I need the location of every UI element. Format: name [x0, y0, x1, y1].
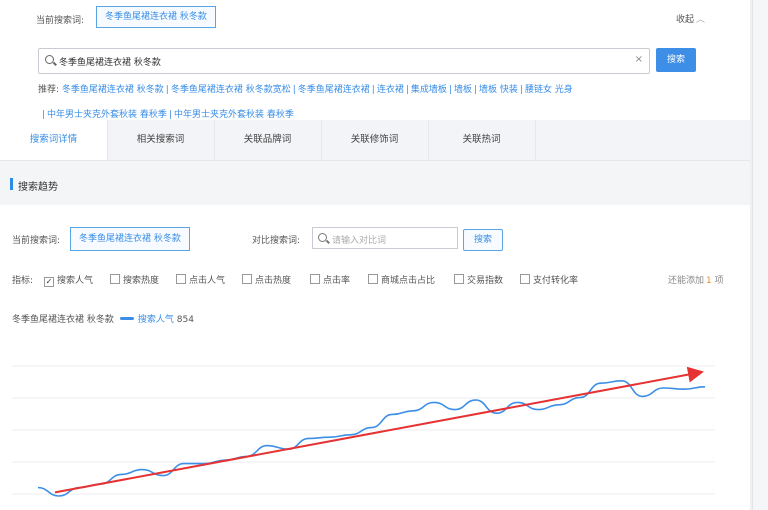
metric-label: 商城点击占比: [381, 276, 436, 286]
compare-input-placeholder: 请输入对比词: [332, 236, 387, 246]
checkbox-empty-icon: [520, 274, 530, 284]
recommend-link[interactable]: 腰链女 光身: [525, 85, 573, 95]
metrics-remaining: 还能添加 1 项: [668, 273, 724, 286]
metric-checkbox[interactable]: 搜索热度: [110, 273, 159, 286]
metric-label: 搜索热度: [123, 276, 160, 286]
metric-label: 支付转化率: [533, 276, 579, 286]
recommend-separator: |: [473, 85, 478, 95]
recommend-row: 推荐: 冬季鱼尾裙连衣裙 秋冬款 | 冬季鱼尾裙连衣裙 秋冬款宽松 | 冬季鱼尾裙连衣裙…: [38, 82, 573, 95]
recommend-link[interactable]: 墙板 快装: [479, 85, 518, 95]
remaining-label: 还能添加: [668, 276, 705, 286]
recommend-link[interactable]: 连衣裙: [377, 85, 404, 95]
metrics-label: 指标:: [12, 276, 34, 286]
checkbox-empty-icon: [110, 274, 120, 284]
right-side-strip: [752, 0, 768, 510]
search-input[interactable]: 冬季鱼尾裙连衣裙 秋冬款 ×: [38, 48, 650, 74]
section-title: 搜索趋势: [18, 182, 58, 193]
remaining-unit: 项: [714, 276, 724, 286]
search-icon: [45, 55, 54, 64]
remaining-count: 1: [706, 276, 712, 286]
recommend-link[interactable]: 中年男士夹克外套秋装 春秋季: [47, 110, 167, 120]
metric-label: 搜索人气: [57, 276, 94, 286]
compare-input[interactable]: 请输入对比词: [312, 227, 458, 249]
recommend-link[interactable]: 墙板: [454, 85, 472, 95]
current-keyword-label: 当前搜索词:: [36, 16, 85, 26]
compare-keyword-label: 对比搜索词:: [252, 236, 301, 246]
trend-arrow: [54, 366, 704, 494]
metric-checkbox[interactable]: 商城点击占比: [368, 273, 435, 286]
compare-current-label: 当前搜索词:: [12, 236, 61, 246]
metric-checkbox[interactable]: 支付转化率: [520, 273, 578, 286]
current-keyword-tag[interactable]: 冬季鱼尾裙连衣裙 秋冬款: [96, 6, 216, 28]
tab-bar: 搜索词详情 相关搜索词 关联品牌词 关联修饰词 关联热词: [0, 120, 750, 161]
main-panel: 当前搜索词: 冬季鱼尾裙连衣裙 秋冬款 收起 ︿ 冬季鱼尾裙连衣裙 秋冬款 × 搜…: [0, 0, 750, 510]
recommend-separator: |: [405, 85, 409, 95]
search-input-value: 冬季鱼尾裙连衣裙 秋冬款: [59, 58, 161, 68]
recommend-link[interactable]: 集成墙板: [411, 85, 447, 95]
checkbox-empty-icon: [368, 274, 378, 284]
recommend-link[interactable]: 冬季鱼尾裙连衣裙: [298, 85, 370, 95]
legend-swatch: [119, 317, 134, 320]
legend-keyword: 冬季鱼尾裙连衣裙 秋冬款: [12, 315, 114, 325]
metric-label: 交易指数: [467, 276, 504, 286]
metric-checkbox[interactable]: 点击人气: [176, 273, 225, 286]
checkbox-empty-icon: [176, 274, 186, 284]
collapse-toggle[interactable]: 收起 ︿: [676, 12, 705, 25]
recommend-link[interactable]: 冬季鱼尾裙连衣裙 秋冬款宽松: [171, 85, 291, 95]
metric-checkbox[interactable]: 点击率: [310, 273, 350, 286]
metrics-row: 指标: 还能添加 1 项 ✓ 搜索人气 搜索热度 点击人气 点击热度 点击率 商城点击占比 交易…: [0, 273, 750, 291]
recommend-row-2: | 中年男士夹克外套秋装 春秋季 | 中年男士夹克外套秋装 春秋季: [40, 107, 294, 120]
recommend-separator: |: [519, 85, 523, 95]
tab-related-keywords[interactable]: 相关搜索词: [107, 120, 215, 160]
section-header: 搜索趋势: [0, 161, 750, 205]
tab-keyword-detail[interactable]: 搜索词详情: [0, 120, 108, 160]
checkbox-empty-icon: [310, 274, 320, 284]
trend-chart: [12, 365, 715, 497]
collapse-label: 收起: [676, 15, 695, 25]
recommend-separator: |: [42, 110, 46, 120]
compare-row: 当前搜索词: 冬季鱼尾裙连衣裙 秋冬款 对比搜索词: 请输入对比词 搜索: [0, 226, 750, 254]
checkbox-checked-icon: ✓: [44, 277, 54, 287]
section-accent: [10, 178, 13, 190]
recommend-link[interactable]: 中年男士夹克外套秋装 春秋季: [174, 110, 294, 120]
recommend-separator: |: [448, 85, 452, 95]
legend-series-value: 854: [176, 315, 194, 325]
recommend-separator: |: [168, 110, 172, 120]
search-icon: [318, 233, 327, 242]
tab-related-modifiers[interactable]: 关联修饰词: [321, 120, 429, 160]
clear-icon[interactable]: ×: [635, 54, 643, 65]
tab-related-brands[interactable]: 关联品牌词: [214, 120, 322, 160]
recommend-separator: |: [165, 85, 169, 95]
recommend-link[interactable]: 冬季鱼尾裙连衣裙 秋冬款: [62, 85, 164, 95]
chart-legend: 冬季鱼尾裙连衣裙 秋冬款 搜索人气 854: [12, 312, 194, 325]
metric-label: 点击人气: [189, 276, 226, 286]
recommend-separator: |: [292, 85, 296, 95]
metric-label: 点击热度: [255, 276, 292, 286]
legend-series-name: 搜索人气: [137, 315, 174, 325]
compare-search-button[interactable]: 搜索: [463, 229, 503, 251]
compare-current-keyword[interactable]: 冬季鱼尾裙连衣裙 秋冬款: [70, 227, 190, 251]
checkbox-empty-icon: [454, 274, 464, 284]
tab-related-hot[interactable]: 关联热词: [428, 120, 536, 160]
metric-checkbox[interactable]: 点击热度: [242, 273, 291, 286]
metric-checkbox[interactable]: ✓ 搜索人气: [44, 273, 93, 287]
recommend-label: 推荐:: [38, 85, 60, 95]
metric-label: 点击率: [323, 276, 351, 286]
chevron-up-icon: ︿: [696, 15, 706, 25]
search-header: 当前搜索词: 冬季鱼尾裙连衣裙 秋冬款 收起 ︿ 冬季鱼尾裙连衣裙 秋冬款 × 搜…: [0, 0, 750, 120]
metric-checkbox[interactable]: 交易指数: [454, 273, 503, 286]
search-button[interactable]: 搜索: [656, 48, 696, 72]
checkbox-empty-icon: [242, 274, 252, 284]
recommend-separator: |: [371, 85, 375, 95]
